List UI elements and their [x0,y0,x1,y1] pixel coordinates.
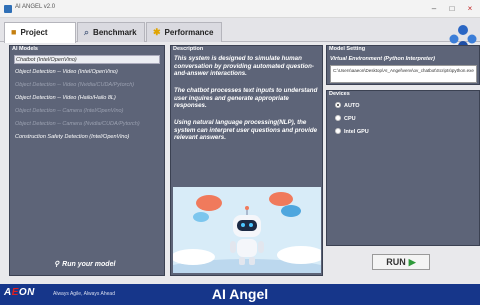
play-icon: ▶ [408,257,416,267]
model-item-od-camera-nvidia: Object Detection -- Camera (Nvidia/CUDA/… [15,121,140,127]
device-option-label: AUTO [344,103,360,109]
tab-benchmark-label: Benchmark [93,28,137,37]
radio-icon[interactable] [335,102,341,108]
magnifier-icon: ⌕ [84,27,90,37]
device-option-intel-gpu[interactable]: Intel GPU [335,128,369,135]
description-header: Description [173,46,204,52]
radio-icon[interactable] [335,115,341,121]
description-panel: Description This system is designed to s… [170,45,323,276]
tab-bar: ■ Project ⌕ Benchmark ✱ Performance [0,18,480,43]
devices-header: Devices [329,91,350,97]
device-option-label: CPU [344,116,356,122]
radio-icon[interactable] [335,128,341,134]
run-your-model-label: Run your model [62,261,116,268]
description-paragraph: This system is designed to simulate huma… [174,55,314,78]
tab-project-label: Project [20,28,48,37]
ai-models-panel: AI Models Chatbot (Intel/OpenVino) Objec… [9,45,165,276]
tab-project[interactable]: ■ Project [4,22,76,43]
model-item-od-video-hailo[interactable]: Object Detection -- Video (Hailo/Hailo 8… [14,94,160,103]
app-name: AI Angel [211,286,269,302]
maximize-button[interactable]: □ [444,2,460,15]
lightbulb-icon: ✱ [153,27,161,37]
description-paragraph: The chatbot processes text inputs to und… [174,87,318,110]
footer-bar: AEON Always Agile, Always Ahead AI Angel [0,284,480,305]
venv-path-field[interactable]: C:\Users\aaeon\Desktop\AI_Angel\venv\ov_… [330,65,477,83]
run-your-model-hint: ⚲ Run your model [54,260,115,268]
folder-icon: ■ [11,27,17,37]
model-item-chatbot[interactable]: Chatbot (Intel/OpenVino) [14,55,160,64]
device-option-auto[interactable]: AUTO [335,102,359,109]
model-setting-header: Model Setting [329,46,366,52]
device-option-cpu[interactable]: CPU [335,115,356,122]
window-title: AI ANGEL v2.0 [15,4,56,10]
run-button[interactable]: RUN ▶ [372,254,430,270]
title-bar: AI ANGEL v2.0 – □ × [0,0,480,18]
model-item-od-video-intel[interactable]: Object Detection -- Video (Intel/OpenVin… [14,68,160,77]
model-item-construction-safety[interactable]: Construction Safety Detection (Intel/Ope… [14,133,160,142]
device-option-label: Intel GPU [344,129,369,135]
model-setting-panel: Model Setting Virtual Environment (Pytho… [326,45,480,85]
venv-label: Virtual Environment (Python Interpreter) [330,56,435,62]
model-item-od-camera-intel: Object Detection -- Camera (Intel/OpenVi… [15,108,124,114]
minimize-button[interactable]: – [426,2,442,15]
ai-models-header: AI Models [12,46,38,52]
app-icon [4,5,12,13]
description-paragraph: Using natural language processing(NLP), … [174,119,318,142]
close-button[interactable]: × [462,2,478,15]
tab-performance-label: Performance [164,28,214,37]
tab-performance[interactable]: ✱ Performance [146,22,222,42]
run-figure-icon: ⚲ [54,261,60,268]
robot-chat-illustration [173,187,321,273]
tab-benchmark[interactable]: ⌕ Benchmark [77,22,145,42]
run-button-label: RUN [386,257,406,267]
model-item-od-video-nvidia: Object Detection -- Video (Nvidia/CUDA/P… [15,82,135,88]
devices-panel: Devices AUTO CPU Intel GPU [326,90,480,246]
